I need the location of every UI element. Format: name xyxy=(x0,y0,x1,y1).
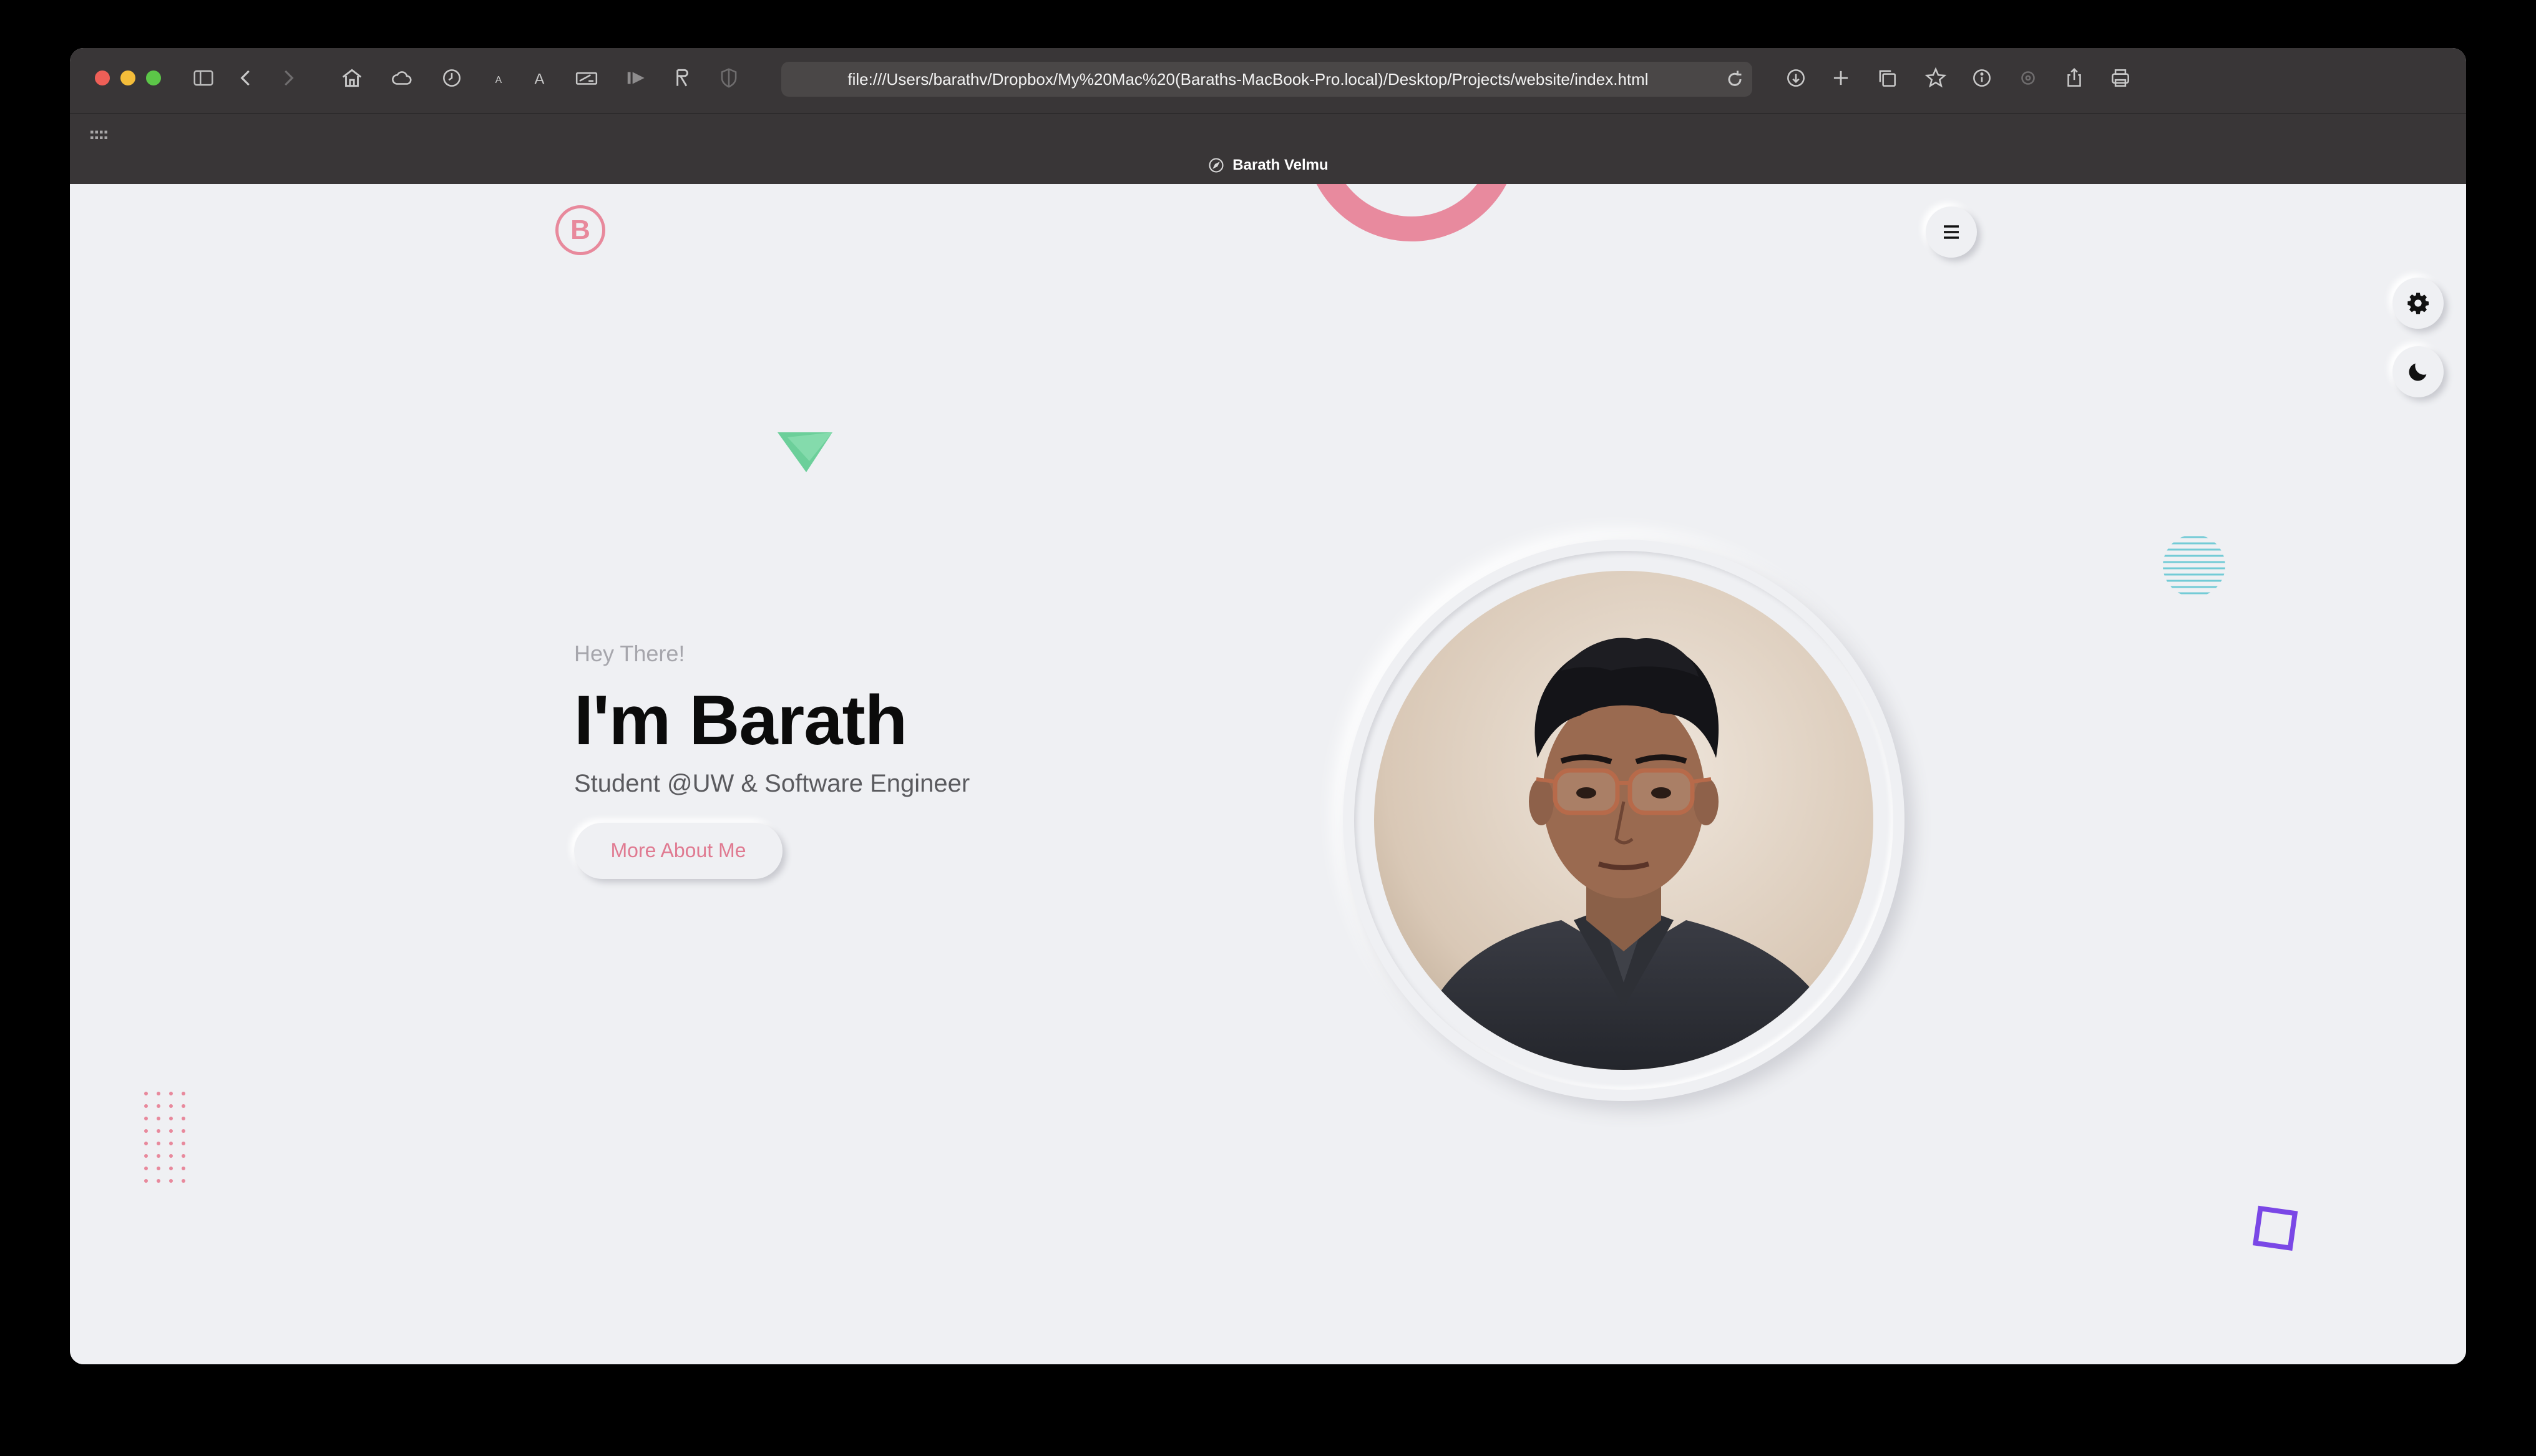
hero-subtitle: Student @UW & Software Engineer xyxy=(574,769,970,797)
compass-icon xyxy=(1209,158,1224,173)
new-tab-icon[interactable] xyxy=(1827,64,1855,92)
history-icon[interactable] xyxy=(438,64,466,92)
hero-greeting: Hey There! xyxy=(574,641,685,666)
print-icon[interactable] xyxy=(2107,64,2134,92)
pen-icon[interactable] xyxy=(573,64,600,92)
ring-shape xyxy=(1316,184,1507,241)
extension-icon[interactable] xyxy=(2014,64,2042,92)
more-about-me-button[interactable]: More About Me xyxy=(574,822,783,879)
profile-photo xyxy=(1374,571,1873,1070)
dot-grid-shape xyxy=(144,1092,185,1183)
menu-button[interactable] xyxy=(1926,206,1977,258)
triangle-shape xyxy=(778,432,832,472)
dark-mode-toggle[interactable] xyxy=(2392,346,2444,397)
hero-section: Hey There! I'm Barath Student @UW & Soft… xyxy=(574,641,1136,879)
reader-icon[interactable] xyxy=(623,64,650,92)
bookmark-icon[interactable] xyxy=(1922,64,1949,92)
text-larger-icon[interactable]: A xyxy=(527,64,554,92)
portrait-illustration xyxy=(1374,571,1873,1070)
active-tab[interactable]: Barath Velmu xyxy=(70,153,2466,178)
tab-bar: Barath Velmu xyxy=(70,114,2466,184)
tab-overview-icon[interactable] xyxy=(1873,64,1901,92)
download-icon[interactable] xyxy=(1782,64,1810,92)
web-page: B Hey There! I'm Barath Student @UW & So… xyxy=(70,184,2466,1364)
shield-icon[interactable] xyxy=(715,64,743,92)
svg-text:A: A xyxy=(495,75,502,85)
minimize-window-button[interactable] xyxy=(120,70,135,85)
cloud-icon[interactable] xyxy=(388,64,416,92)
browser-window: A A file:///Users/barathv/Dropbox/My%20M… xyxy=(70,48,2466,1364)
striped-circle-shape xyxy=(2163,536,2225,595)
sidebar-icon[interactable] xyxy=(190,64,217,92)
hero-headline: I'm Barath xyxy=(574,681,907,759)
back-icon[interactable] xyxy=(232,64,260,92)
square-shape xyxy=(2253,1205,2298,1251)
address-bar[interactable]: file:///Users/barathv/Dropbox/My%20Mac%2… xyxy=(781,62,1752,97)
logo-letter: B xyxy=(570,215,590,245)
url-text[interactable]: file:///Users/barathv/Dropbox/My%20Mac%2… xyxy=(781,62,1715,97)
reload-icon[interactable] xyxy=(1724,68,1746,90)
forward-icon[interactable] xyxy=(275,64,302,92)
svg-text:A: A xyxy=(535,71,545,88)
browser-toolbar: A A file:///Users/barathv/Dropbox/My%20M… xyxy=(70,48,2466,184)
moon-icon xyxy=(2409,363,2427,381)
hamburger-icon xyxy=(1944,225,1959,239)
translate-icon[interactable] xyxy=(668,64,695,92)
site-logo[interactable]: B xyxy=(555,205,605,255)
close-window-button[interactable] xyxy=(95,70,110,85)
text-smaller-icon[interactable]: A xyxy=(485,64,513,92)
gear-icon xyxy=(2407,293,2429,314)
settings-button[interactable] xyxy=(2392,278,2444,329)
apps-grid-icon[interactable] xyxy=(89,124,111,147)
tab-title-text: Barath Velmu xyxy=(1232,157,1329,173)
info-icon[interactable] xyxy=(1968,64,1996,92)
profile-photo-frame xyxy=(1343,540,1904,1101)
zoom-window-button[interactable] xyxy=(146,70,161,85)
share-icon[interactable] xyxy=(2060,64,2088,92)
home-icon[interactable] xyxy=(338,64,366,92)
